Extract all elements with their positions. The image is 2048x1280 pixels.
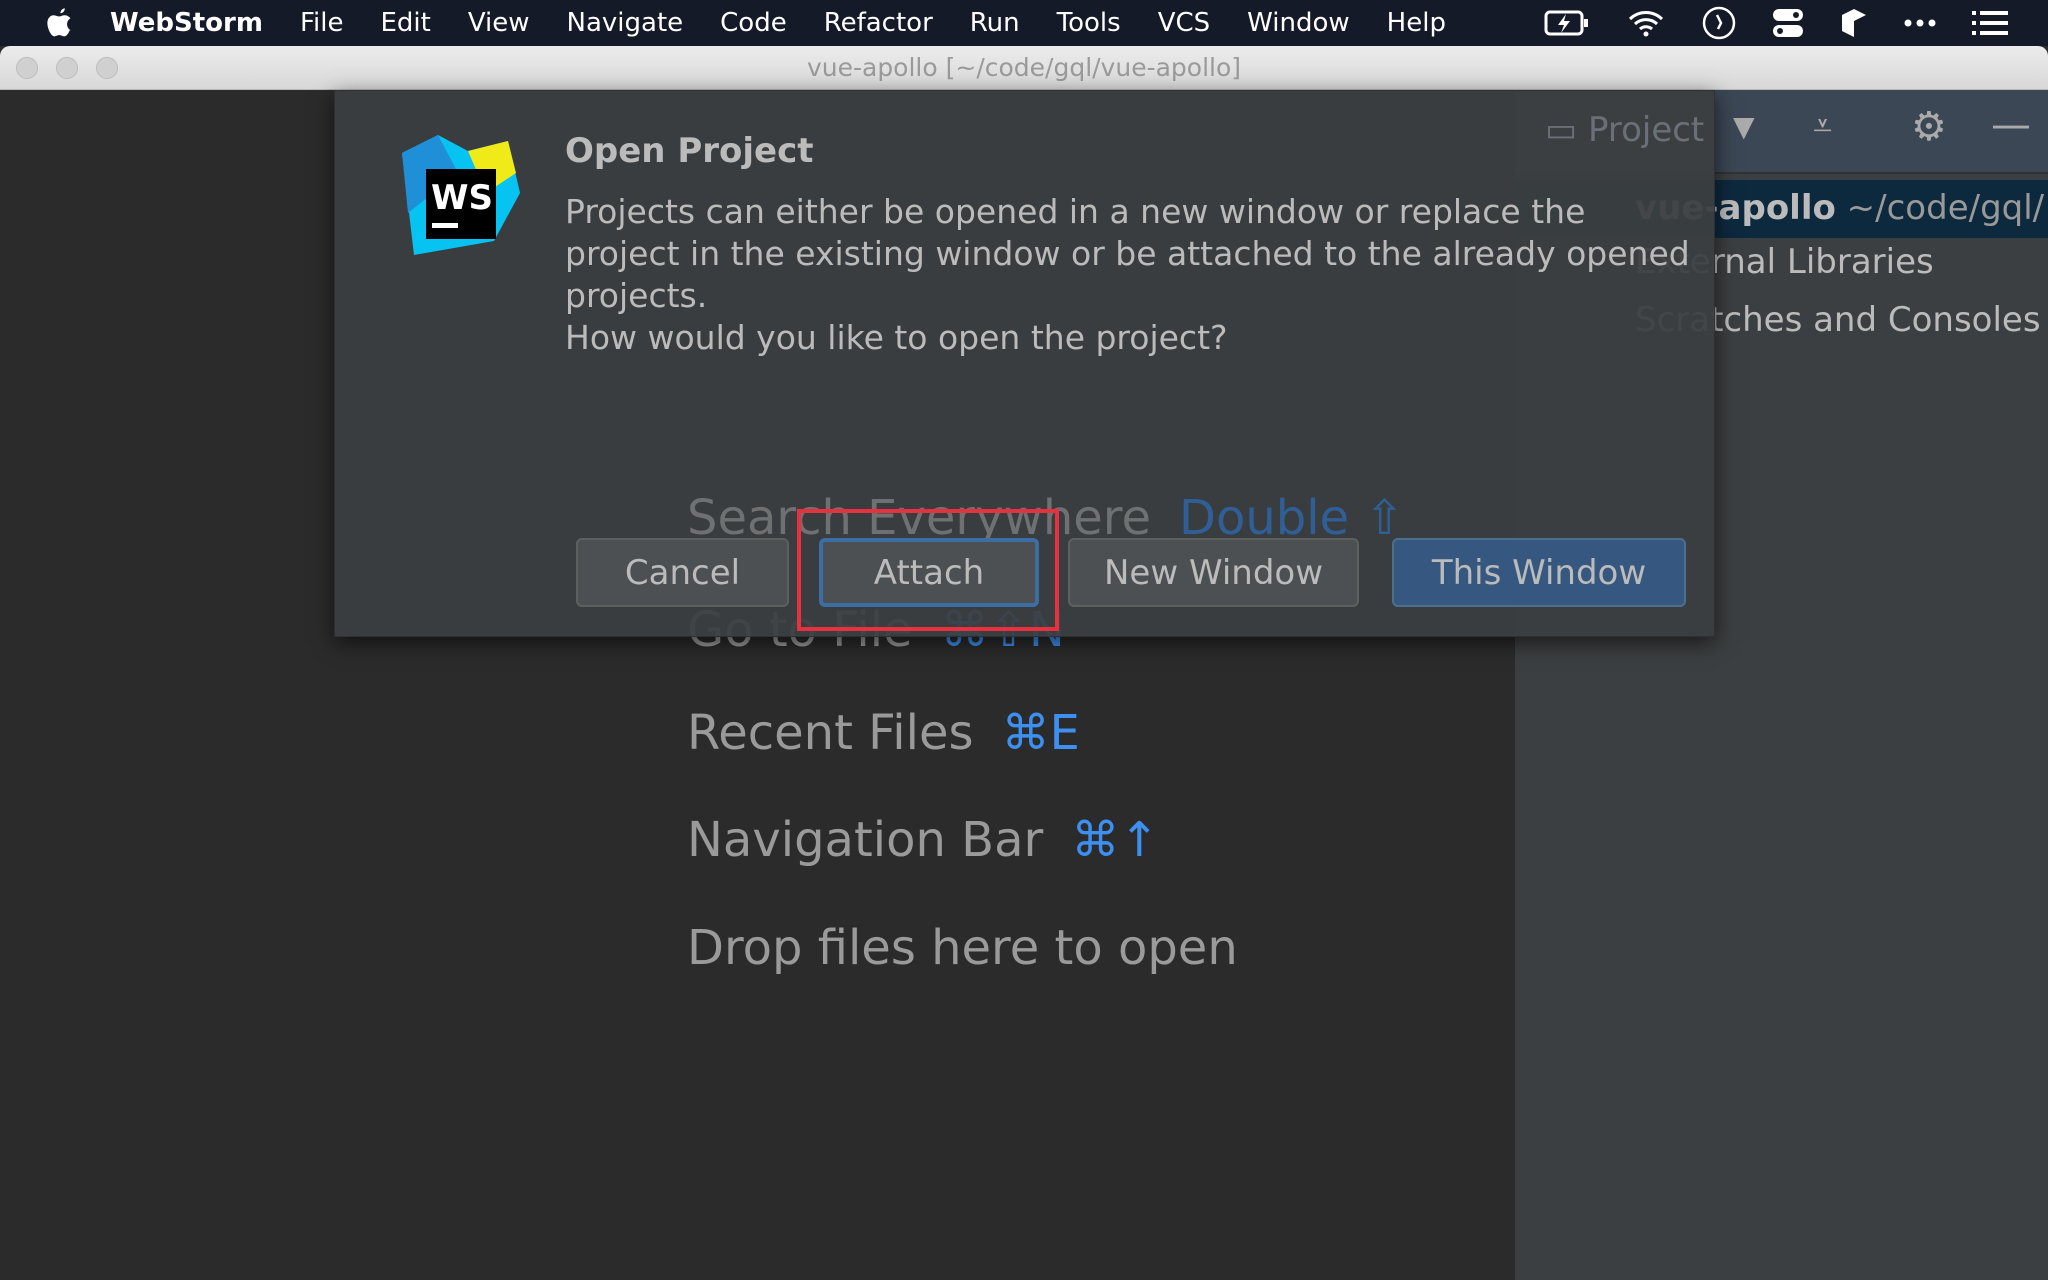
message-line: project in the existing window or be att… <box>565 234 1690 273</box>
menu-help[interactable]: Help <box>1387 8 1446 38</box>
menu-view[interactable]: View <box>468 8 530 38</box>
dialog-message: Projects can either be opened in a new w… <box>565 191 1705 359</box>
open-project-dialog: WS Open Project Projects can either be o… <box>334 90 1715 637</box>
battery-charging-icon[interactable] <box>1544 9 1590 37</box>
box-icon[interactable] <box>1840 7 1868 39</box>
hint-label: Drop files here to open <box>687 920 1238 976</box>
dialog-title: Open Project <box>565 131 814 171</box>
webstorm-logo-icon: WS <box>402 135 520 255</box>
wifi-icon[interactable] <box>1626 8 1666 38</box>
control-center-icon[interactable] <box>1772 7 1804 39</box>
menu-vcs[interactable]: VCS <box>1158 8 1210 38</box>
hint-navigation-bar: Navigation Bar ⌘↑ <box>687 812 1159 868</box>
collapse-all-icon[interactable]: ⩡ <box>1813 106 1832 146</box>
menu-tools[interactable]: Tools <box>1057 8 1121 38</box>
menu-file[interactable]: File <box>300 8 344 38</box>
hint-shortcut: ⌘E <box>1001 705 1080 761</box>
chevron-down-icon[interactable]: ▼ <box>1733 110 1755 143</box>
hint-shortcut: ⌘↑ <box>1071 812 1160 868</box>
apple-icon[interactable] <box>40 6 80 40</box>
attach-button[interactable]: Attach <box>819 538 1039 607</box>
menu-bar: WebStorm File Edit View Navigate Code Re… <box>0 0 2048 46</box>
new-window-button[interactable]: New Window <box>1068 538 1359 607</box>
message-line: How would you like to open the project? <box>565 318 1228 357</box>
hint-recent-files: Recent Files ⌘E <box>687 705 1080 761</box>
menu-app[interactable]: WebStorm <box>110 8 263 38</box>
menu-run[interactable]: Run <box>970 8 1020 38</box>
menu-window[interactable]: Window <box>1247 8 1350 38</box>
clock-icon[interactable] <box>1702 6 1736 40</box>
hint-label: Navigation Bar <box>687 812 1044 868</box>
svg-text:WS: WS <box>431 178 493 218</box>
this-window-button[interactable]: This Window <box>1392 538 1686 607</box>
menu-edit[interactable]: Edit <box>380 8 430 38</box>
minimize-icon[interactable]: — <box>1991 102 2031 148</box>
menu-code[interactable]: Code <box>720 8 787 38</box>
root-path: ~/code/gql/ <box>1846 188 2045 228</box>
window-title: vue-apollo [~/code/gql/vue-apollo] <box>806 53 1242 82</box>
menu-refactor[interactable]: Refactor <box>824 8 933 38</box>
window-titlebar: vue-apollo [~/code/gql/vue-apollo] <box>0 46 2048 90</box>
message-line: projects. <box>565 276 708 315</box>
more-icon[interactable] <box>1904 18 1936 28</box>
hint-drop-files: Drop files here to open <box>687 920 1238 976</box>
menu-navigate[interactable]: Navigate <box>567 8 684 38</box>
cancel-button[interactable]: Cancel <box>576 538 789 607</box>
message-line: Projects can either be opened in a new w… <box>565 192 1586 231</box>
list-icon[interactable] <box>1972 11 2008 35</box>
hint-label: Recent Files <box>687 705 974 761</box>
gear-icon[interactable]: ⚙ <box>1911 104 1947 150</box>
